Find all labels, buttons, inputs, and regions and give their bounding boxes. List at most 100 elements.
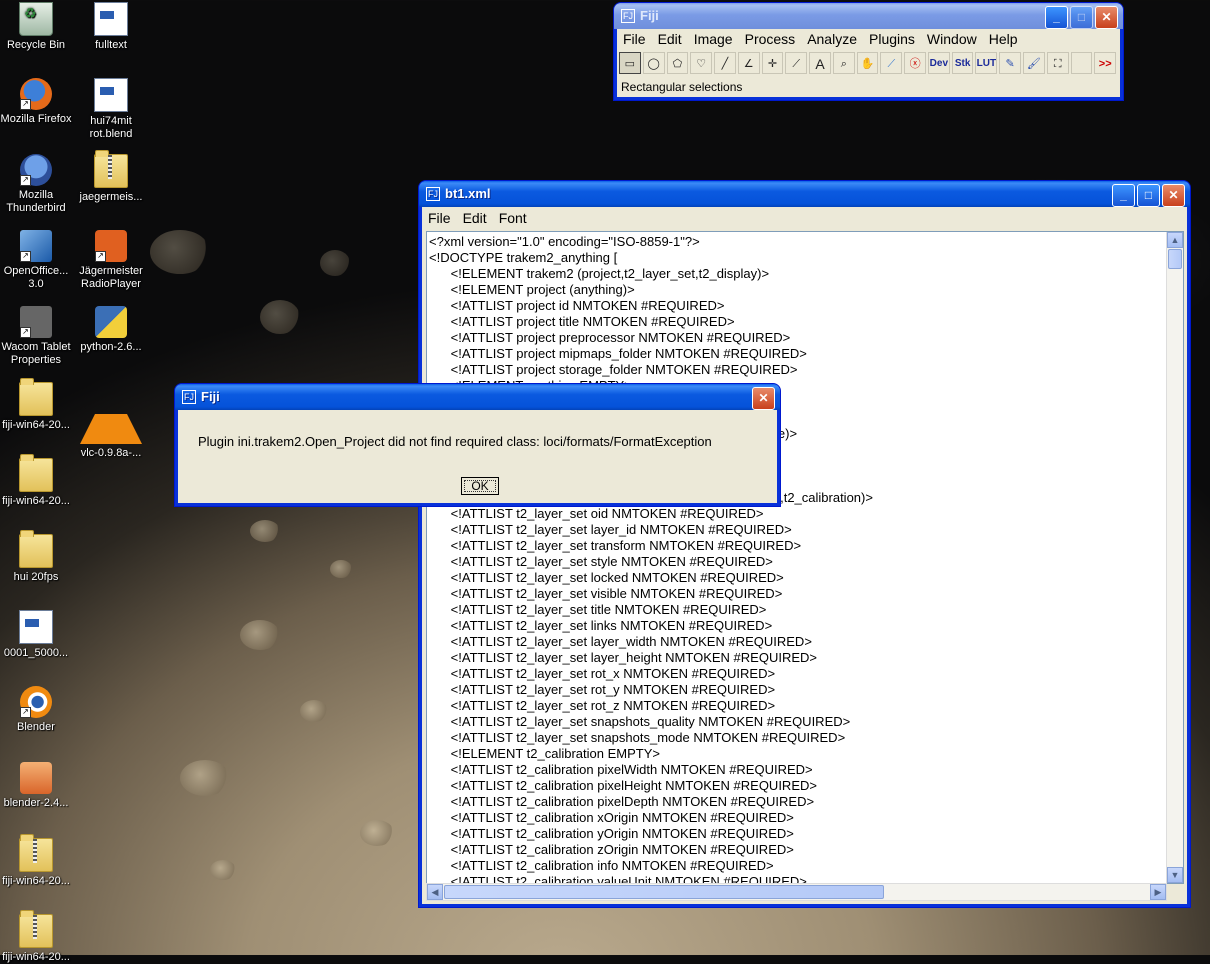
vertical-scroll-thumb[interactable]	[1168, 249, 1182, 269]
firefox-icon: ↗	[20, 78, 52, 110]
desktop-icon[interactable]: fulltext	[74, 2, 148, 52]
text-line: <!ATTLIST t2_layer_set layer_id NMTOKEN …	[429, 522, 792, 537]
ok-button[interactable]: OK	[461, 477, 499, 495]
text-tool-icon[interactable]: A	[809, 52, 831, 74]
line-tool-icon[interactable]: ╱	[714, 52, 736, 74]
flood-fill-tool-icon[interactable]: ⛶	[1046, 52, 1069, 74]
text-line: <!ATTLIST t2_layer_set rot_x NMTOKEN #RE…	[429, 666, 776, 681]
text-area[interactable]: <?xml version="1.0" encoding="ISO-8859-1…	[426, 231, 1184, 884]
horizontal-scrollbar[interactable]: ◀ ▶	[426, 883, 1167, 901]
more-tools-button[interactable]: >>	[1094, 52, 1117, 74]
text-line: <!ATTLIST t2_layer_set locked NMTOKEN #R…	[429, 570, 784, 585]
folder-icon	[19, 530, 53, 568]
desktop-icon[interactable]: ↗ Blender	[0, 686, 73, 734]
error-dialog[interactable]: FJ Fiji ✕ Plugin ini.trakem2.Open_Projec…	[175, 384, 780, 506]
brush-tool-icon[interactable]: 🖌	[1023, 52, 1045, 74]
fiji-title: Fiji	[640, 8, 659, 23]
text-window-titlebar[interactable]: FJ bt1.xml _ □ ✕	[419, 181, 1190, 207]
desktop-icon[interactable]: ↗ Wacom Tablet Properties	[0, 306, 73, 367]
close-button[interactable]: ✕	[1162, 184, 1185, 207]
desktop-icon-label: hui 20fps	[13, 571, 59, 583]
close-button[interactable]: ✕	[752, 387, 775, 410]
horizontal-scroll-thumb[interactable]	[444, 885, 884, 899]
desktop-icon[interactable]: ↗ Mozilla Thunderbird	[0, 154, 73, 215]
rectangle-tool-icon[interactable]: ▭	[619, 52, 641, 74]
shortcut-arrow-icon: ↗	[20, 707, 31, 718]
text-line: <!ATTLIST t2_layer_set visible NMTOKEN #…	[429, 586, 783, 601]
menu-edit[interactable]: Edit	[652, 29, 688, 49]
menu-edit[interactable]: Edit	[457, 208, 493, 228]
recycle-bin-icon	[19, 2, 53, 36]
text-content[interactable]: <?xml version="1.0" encoding="ISO-8859-1…	[429, 234, 873, 883]
minimize-button[interactable]: _	[1045, 6, 1068, 29]
hand-tool-icon[interactable]: ✋	[856, 52, 879, 74]
fiji-titlebar[interactable]: FJ Fiji _ □ ✕	[614, 3, 1123, 29]
desktop-icon[interactable]: fiji-win64-20...	[0, 454, 73, 508]
desktop-icon[interactable]: fiji-win64-20...	[0, 834, 73, 888]
oval-tool-icon[interactable]: ◯	[642, 52, 665, 74]
scroll-up-arrow-icon[interactable]: ▲	[1167, 232, 1183, 248]
magnifier-tool-icon[interactable]: ⌕	[832, 52, 855, 74]
polygon-tool-icon[interactable]: ⬠	[666, 52, 689, 74]
desktop-icon-label: OpenOffice... 3.0	[3, 265, 69, 290]
desktop-icon[interactable]: 0001_5000...	[0, 610, 73, 660]
desktop-icon[interactable]: ↗ Jägermeister RadioPlayer	[74, 230, 148, 291]
pencil-tool-icon[interactable]: ✎	[999, 52, 1022, 74]
menu-help[interactable]: Help	[983, 29, 1024, 49]
close-button[interactable]: ✕	[1095, 6, 1118, 29]
fiji-main-window[interactable]: FJ Fiji _ □ ✕ File Edit Image Process An…	[614, 3, 1123, 100]
menu-analyze[interactable]: Analyze	[801, 29, 863, 49]
desktop-icon[interactable]: fiji-win64-20...	[0, 910, 73, 964]
menu-image[interactable]: Image	[688, 29, 739, 49]
angle-tool-icon[interactable]: ∠	[737, 52, 760, 74]
desktop-icon[interactable]: hui74mit rot.blend	[74, 78, 148, 141]
desktop-icon[interactable]: jaegermeis...	[74, 150, 148, 204]
stk-tool[interactable]: Stk	[951, 52, 974, 74]
desktop-icon[interactable]: python-2.6...	[74, 306, 148, 354]
close-circle-icon[interactable]: ⓧ	[904, 52, 926, 74]
menu-process[interactable]: Process	[739, 29, 802, 49]
thunderbird-icon: ↗	[20, 154, 52, 186]
scroll-down-arrow-icon[interactable]: ▼	[1167, 867, 1183, 883]
text-line: <!ATTLIST t2_calibration pixelHeight NMT…	[429, 778, 817, 793]
text-window[interactable]: FJ bt1.xml _ □ ✕ File Edit Font <?xml ve…	[419, 181, 1190, 907]
point-tool-icon[interactable]: ✛	[761, 52, 784, 74]
menu-plugins[interactable]: Plugins	[863, 29, 921, 49]
fiji-icon: FJ	[182, 390, 196, 404]
blank-tool[interactable]	[1070, 52, 1093, 74]
scroll-left-arrow-icon[interactable]: ◀	[427, 884, 443, 900]
vertical-scrollbar[interactable]: ▲ ▼	[1166, 232, 1183, 883]
menu-font[interactable]: Font	[493, 208, 533, 228]
folder-icon	[19, 454, 53, 492]
minimize-button[interactable]: _	[1112, 184, 1135, 207]
wand-tool-icon[interactable]: ⟋	[785, 52, 808, 74]
scroll-right-arrow-icon[interactable]: ▶	[1150, 884, 1166, 900]
desktop-icon[interactable]: fiji-win64-20...	[0, 378, 73, 432]
shortcut-arrow-icon: ↗	[20, 327, 31, 338]
freehand-tool-icon[interactable]: ♡	[690, 52, 713, 74]
desktop-icon[interactable]: ↗ OpenOffice... 3.0	[0, 230, 73, 291]
desktop-icon[interactable]: hui 20fps	[0, 530, 73, 584]
desktop-icon-label: Mozilla Firefox	[0, 113, 72, 125]
menu-window[interactable]: Window	[921, 29, 983, 49]
maximize-button[interactable]: □	[1137, 184, 1160, 207]
dialog-message: Plugin ini.trakem2.Open_Project did not …	[198, 434, 712, 449]
text-line: <!ATTLIST t2_calibration zOrigin NMTOKEN…	[429, 842, 794, 857]
shortcut-arrow-icon: ↗	[95, 251, 106, 262]
dropper-tool-icon[interactable]: ⟋	[880, 52, 903, 74]
text-window-title: bt1.xml	[445, 186, 491, 201]
text-line: <!ATTLIST t2_layer_set style NMTOKEN #RE…	[429, 554, 773, 569]
zip-folder-icon	[19, 834, 53, 872]
fiji-icon: FJ	[621, 9, 635, 23]
lut-tool[interactable]: LUT	[975, 52, 998, 74]
desktop-icon[interactable]: Recycle Bin	[0, 2, 73, 52]
desktop-icon[interactable]: vlc-0.9.8a-...	[74, 382, 148, 460]
desktop-icon[interactable]: ↗ Mozilla Firefox	[0, 78, 73, 126]
menu-file[interactable]: File	[617, 29, 652, 49]
menu-file[interactable]: File	[422, 208, 457, 228]
dev-tool[interactable]: Dev	[927, 52, 950, 74]
dialog-titlebar[interactable]: FJ Fiji ✕	[175, 384, 780, 410]
desktop-icon[interactable]: blender-2.4...	[0, 762, 73, 810]
desktop-icon-label: Jägermeister RadioPlayer	[79, 265, 143, 290]
text-line: <!ATTLIST t2_layer_set links NMTOKEN #RE…	[429, 618, 773, 633]
